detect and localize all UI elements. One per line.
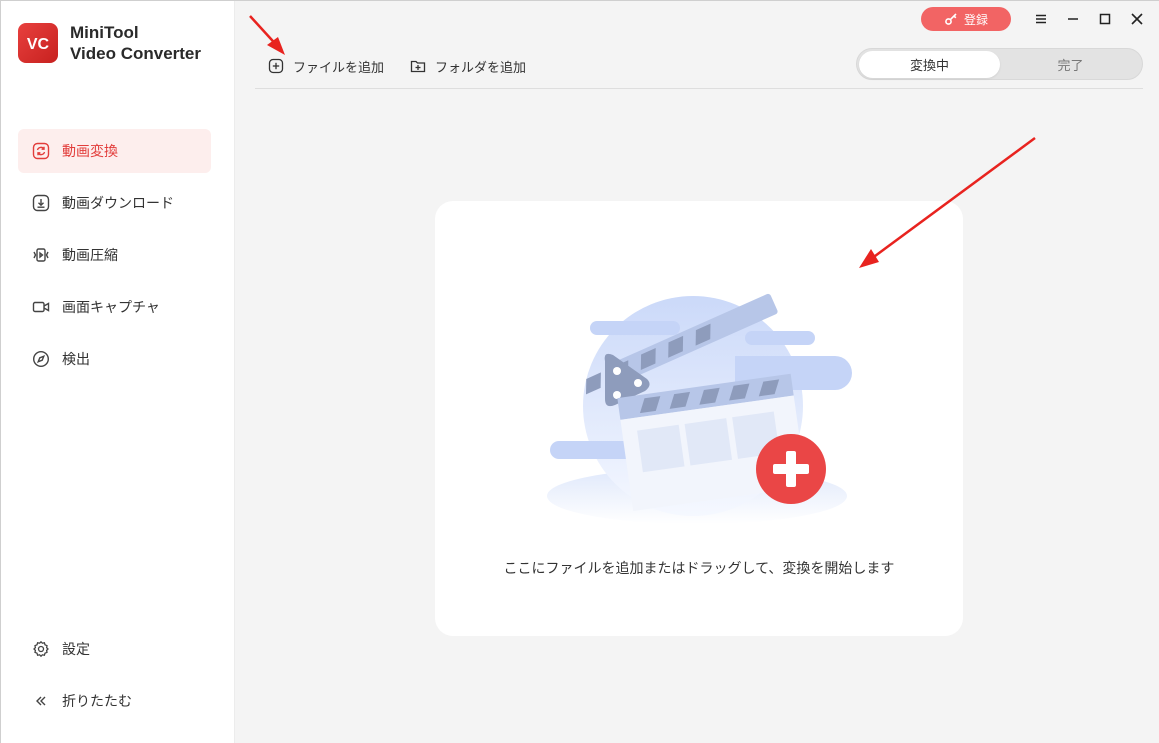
sidebar-item-screen-capture[interactable]: 画面キャプチャ bbox=[18, 285, 211, 329]
app-logo: VC bbox=[18, 23, 58, 63]
app-name-line1: MiniTool bbox=[70, 23, 139, 42]
tab-converting[interactable]: 変換中 bbox=[859, 51, 1000, 78]
status-tabs: 変換中 完了 bbox=[856, 48, 1143, 80]
close-icon bbox=[1131, 13, 1143, 25]
compass-icon bbox=[32, 350, 50, 368]
add-file-button[interactable]: ファイルを追加 bbox=[268, 53, 384, 79]
camera-icon bbox=[32, 298, 50, 316]
add-file-icon bbox=[268, 58, 284, 74]
sidebar-item-label: 設定 bbox=[62, 642, 90, 658]
sidebar-item-collapse[interactable]: 折りたたむ bbox=[18, 679, 211, 723]
svg-text:VC: VC bbox=[27, 36, 50, 53]
clapperboard-illustration bbox=[547, 293, 852, 524]
toolbar-divider bbox=[255, 88, 1143, 89]
register-button[interactable]: 登録 bbox=[921, 7, 1011, 31]
sidebar-item-label: 検出 bbox=[62, 352, 90, 368]
sidebar-item-discover[interactable]: 検出 bbox=[18, 337, 211, 381]
hamburger-icon bbox=[1036, 14, 1046, 24]
minimize-button[interactable] bbox=[1057, 7, 1089, 31]
add-folder-button[interactable]: フォルダを追加 bbox=[410, 53, 526, 79]
app-name: MiniTool Video Converter bbox=[70, 22, 201, 64]
sidebar-item-label: 動画ダウンロード bbox=[62, 196, 174, 212]
sidebar-nav: 動画変換 動画ダウンロード 動画圧縮 画面キャプチャ 検出 bbox=[18, 129, 211, 389]
maximize-button[interactable] bbox=[1089, 7, 1121, 31]
menu-button[interactable] bbox=[1025, 7, 1057, 31]
register-label: 登録 bbox=[963, 12, 988, 27]
sidebar-item-label: 動画変換 bbox=[62, 144, 118, 160]
add-folder-icon bbox=[410, 60, 426, 73]
app-name-line2: Video Converter bbox=[70, 44, 202, 63]
minimize-icon bbox=[1068, 18, 1078, 20]
maximize-icon bbox=[1099, 13, 1111, 25]
sidebar: VC MiniTool Video Converter 動画変換 動画ダウンロー… bbox=[1, 1, 235, 743]
drop-zone-instructions: ここにファイルを追加またはドラッグして、変換を開始します bbox=[503, 561, 895, 577]
convert-icon bbox=[32, 142, 50, 160]
download-icon bbox=[32, 194, 50, 212]
sidebar-item-settings[interactable]: 設定 bbox=[18, 627, 211, 671]
sidebar-item-video-convert[interactable]: 動画変換 bbox=[18, 129, 211, 173]
brand: VC MiniTool Video Converter bbox=[18, 22, 201, 64]
window-controls: 登録 bbox=[921, 7, 1159, 31]
main-panel: 登録 ファイルを追加 フォルダを追加 変換中 完了 ここにファイルを追加またはド… bbox=[235, 1, 1159, 743]
add-file-label: ファイルを追加 bbox=[293, 60, 385, 76]
sidebar-item-video-download[interactable]: 動画ダウンロード bbox=[18, 181, 211, 225]
file-drop-zone[interactable]: ここにファイルを追加またはドラッグして、変換を開始します bbox=[435, 201, 963, 636]
sidebar-bottom: 設定 折りたたむ bbox=[18, 627, 211, 731]
sidebar-item-video-compress[interactable]: 動画圧縮 bbox=[18, 233, 211, 277]
sidebar-item-label: 画面キャプチャ bbox=[62, 300, 160, 316]
close-button[interactable] bbox=[1121, 7, 1153, 31]
key-icon bbox=[945, 13, 957, 25]
sidebar-item-label: 動画圧縮 bbox=[62, 248, 118, 264]
tab-done[interactable]: 完了 bbox=[1000, 51, 1141, 78]
add-folder-label: フォルダを追加 bbox=[435, 60, 527, 76]
sidebar-item-label: 折りたたむ bbox=[62, 694, 132, 710]
compress-icon bbox=[32, 246, 50, 264]
collapse-icon bbox=[32, 692, 50, 710]
gear-icon bbox=[32, 640, 50, 658]
